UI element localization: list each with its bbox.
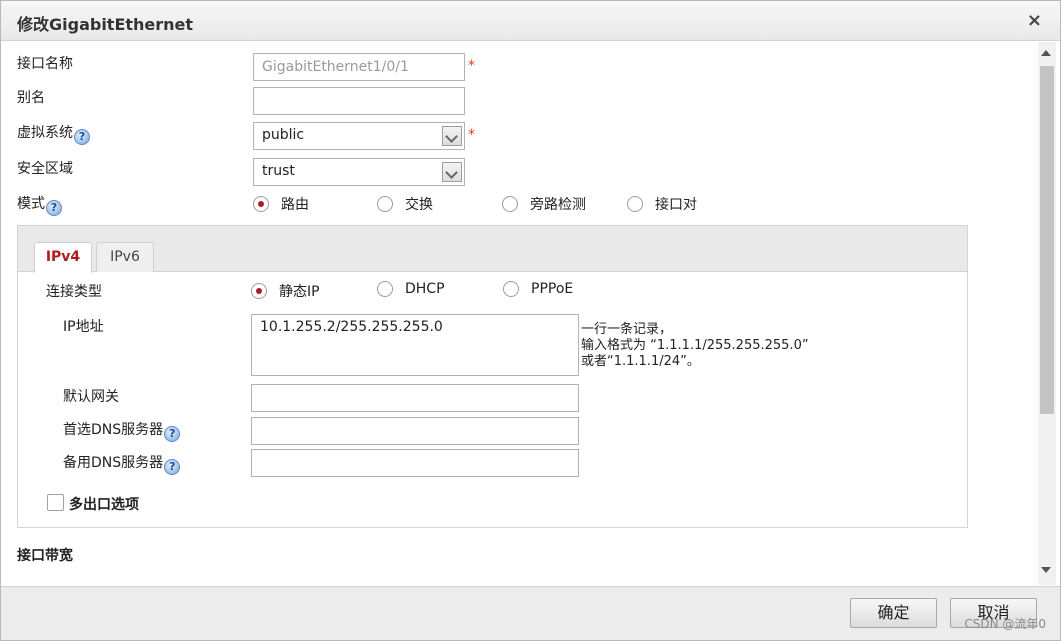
interface-name-field: GigabitEthernet1/0/1 xyxy=(253,53,465,81)
dns1-label-text: 首选DNS服务器 xyxy=(63,422,164,438)
tab-ipv6[interactable]: IPv6 xyxy=(96,242,154,272)
dialog-titlebar: 修改GigabitEthernet × xyxy=(1,1,1060,41)
ip-address-textarea[interactable]: 10.1.255.2/255.255.255.0 xyxy=(251,314,579,376)
ip-tab-strip: IPv4 IPv6 xyxy=(18,226,967,273)
scroll-down-icon[interactable] xyxy=(1041,567,1051,573)
ip-format-hint: 一行一条记录， 输入格式为 “1.1.1.1/255.255.255.0” 或者… xyxy=(581,322,809,370)
zone-select[interactable]: trust xyxy=(253,158,465,186)
help-icon[interactable]: ? xyxy=(74,129,90,145)
radio-icon[interactable] xyxy=(502,196,518,212)
dns2-input[interactable] xyxy=(251,449,579,477)
alias-input[interactable] xyxy=(253,87,465,115)
dialog-footer: 确定 取消 CSDN @流年0 xyxy=(1,586,1060,640)
hint-line: 一行一条记录， xyxy=(581,322,673,337)
radio-icon[interactable] xyxy=(377,196,393,212)
conn-radio-pppoe[interactable]: PPPoE xyxy=(503,281,573,297)
conn-radio-dhcp[interactable]: DHCP xyxy=(377,281,445,297)
vsys-select[interactable]: public xyxy=(253,122,465,150)
gateway-input[interactable] xyxy=(251,384,579,412)
mode-radio-route[interactable]: 路由 xyxy=(253,194,309,214)
help-icon[interactable]: ? xyxy=(164,459,181,475)
scroll-up-icon[interactable] xyxy=(1041,50,1051,56)
help-icon[interactable]: ? xyxy=(46,200,62,216)
multi-exit-label: 多出口选项 xyxy=(69,497,139,513)
gateway-label: 默认网关 xyxy=(63,389,119,405)
vsys-label-text: 虚拟系统 xyxy=(17,125,73,141)
dialog-title: 修改GigabitEthernet xyxy=(17,15,194,34)
mode-label: 模式? xyxy=(17,193,62,216)
chevron-down-icon[interactable] xyxy=(442,162,462,182)
mode-option-label: 接口对 xyxy=(655,197,697,213)
alias-label: 别名 xyxy=(17,90,45,106)
required-mark: * xyxy=(468,58,475,74)
required-mark: * xyxy=(468,127,475,143)
mode-radio-switch[interactable]: 交换 xyxy=(377,194,433,214)
hint-line: 输入格式为 “1.1.1.1/255.255.255.0” xyxy=(581,338,809,353)
zone-label: 安全区域 xyxy=(17,161,73,177)
connection-type-label: 连接类型 xyxy=(46,284,102,300)
dns1-label: 首选DNS服务器? xyxy=(63,419,181,442)
dns1-input[interactable] xyxy=(251,417,579,445)
conn-radio-static[interactable]: 静态IP xyxy=(251,281,320,301)
dns2-label: 备用DNS服务器? xyxy=(63,452,181,475)
mode-radio-interface-pair[interactable]: 接口对 xyxy=(627,194,697,214)
mode-option-label: 交换 xyxy=(405,197,433,213)
conn-option-label: PPPoE xyxy=(531,281,574,297)
zone-select-value: trust xyxy=(262,163,295,179)
conn-option-label: 静态IP xyxy=(279,284,320,300)
radio-selected-icon[interactable] xyxy=(253,196,269,212)
vsys-label: 虚拟系统? xyxy=(17,122,90,145)
radio-icon[interactable] xyxy=(503,281,519,297)
multi-exit-checkbox[interactable] xyxy=(47,494,64,511)
radio-selected-icon[interactable] xyxy=(251,283,267,299)
bandwidth-section-title: 接口带宽 xyxy=(17,548,73,564)
scrollbar-thumb[interactable] xyxy=(1040,66,1054,414)
mode-option-label: 路由 xyxy=(281,197,309,213)
ok-button[interactable]: 确定 xyxy=(850,598,937,628)
mode-radio-bypass[interactable]: 旁路检测 xyxy=(502,194,586,214)
close-icon[interactable]: × xyxy=(1027,10,1042,31)
conn-option-label: DHCP xyxy=(405,281,445,297)
tab-ipv4[interactable]: IPv4 xyxy=(34,242,92,273)
chevron-down-icon[interactable] xyxy=(442,126,462,146)
radio-icon[interactable] xyxy=(627,196,643,212)
hint-line: 或者“1.1.1.1/24”。 xyxy=(581,354,700,369)
mode-label-text: 模式 xyxy=(17,196,45,212)
vertical-scrollbar[interactable] xyxy=(1038,42,1056,585)
vsys-select-value: public xyxy=(262,127,305,143)
help-icon[interactable]: ? xyxy=(164,426,181,442)
dialog-body: 接口名称 GigabitEthernet1/0/1 * 别名 虚拟系统? pub… xyxy=(5,42,1056,585)
ip-settings-panel: IPv4 IPv6 连接类型 静态IP DHCP PPPoE IP地址 10.1… xyxy=(17,225,968,528)
ip-address-label: IP地址 xyxy=(63,319,104,335)
dns2-label-text: 备用DNS服务器 xyxy=(63,455,164,471)
mode-option-label: 旁路检测 xyxy=(530,197,586,213)
interface-name-label: 接口名称 xyxy=(17,56,73,72)
watermark: CSDN @流年0 xyxy=(964,617,1046,631)
modify-interface-dialog: 修改GigabitEthernet × 接口名称 GigabitEthernet… xyxy=(0,0,1061,641)
radio-icon[interactable] xyxy=(377,281,393,297)
